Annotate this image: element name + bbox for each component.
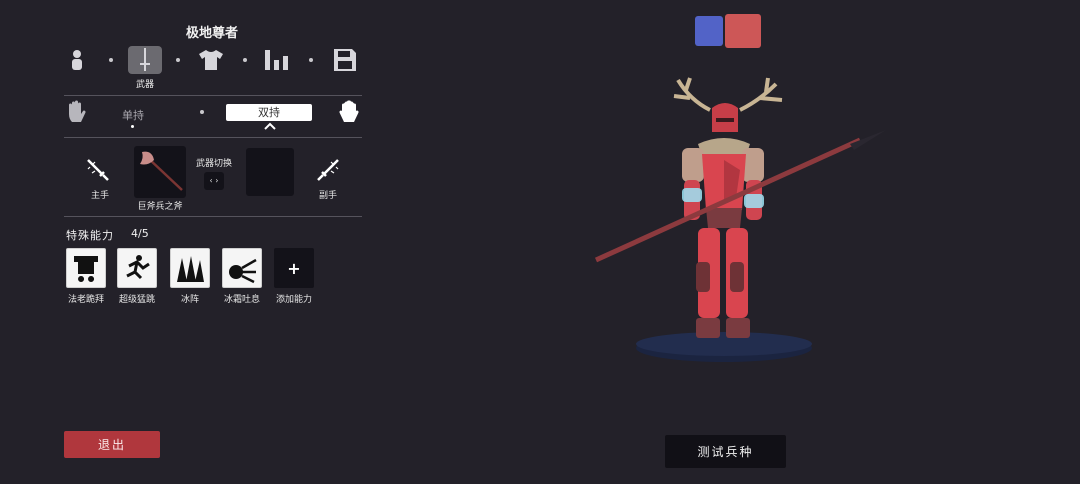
- ability-label: 添加能力: [275, 295, 312, 305]
- sword-icon: [140, 48, 150, 71]
- tab-separator: [309, 58, 313, 62]
- great-axe-icon: [140, 151, 183, 191]
- divider: [64, 137, 362, 138]
- weapon-switch-label: 武器切换: [195, 159, 232, 169]
- person-icon: [72, 50, 82, 70]
- tab-weapon[interactable]: [128, 46, 162, 74]
- grip-dual-option[interactable]: 双持: [226, 104, 312, 121]
- off-hand-label: 副手: [318, 191, 337, 201]
- super-jump-icon: [117, 248, 157, 288]
- frost-breath-icon: [222, 248, 262, 288]
- tab-save[interactable]: [328, 46, 362, 74]
- bar-stats-icon: [265, 50, 288, 70]
- ability-pharaoh-kneel[interactable]: 法老跪拜: [66, 248, 106, 305]
- main-weapon-name: 巨斧兵之斧: [137, 202, 183, 212]
- add-ability-button[interactable]: + 添加能力: [274, 248, 314, 305]
- exit-button[interactable]: 退出: [64, 431, 160, 458]
- test-unit-button[interactable]: 测试兵种: [665, 435, 786, 468]
- shirt-icon: [199, 50, 223, 70]
- main-hand-slot[interactable]: [134, 146, 186, 198]
- chevron-up-icon: [264, 122, 276, 130]
- tab-weapon-label: 武器: [135, 80, 154, 90]
- divider: [64, 216, 362, 217]
- grip-single-dot: [131, 125, 134, 128]
- main-hand-sword-icon: [87, 159, 109, 181]
- grip-separator: [200, 110, 204, 114]
- abilities-count: 4/5: [131, 227, 149, 240]
- unit-preview-figure: [594, 77, 886, 362]
- off-hand-slot[interactable]: [246, 148, 294, 196]
- editor-tab-bar: 武器: [60, 46, 370, 90]
- tab-stats[interactable]: [260, 46, 294, 74]
- tab-separator: [243, 58, 247, 62]
- tab-clothing[interactable]: [194, 46, 228, 74]
- ice-formation-icon: [170, 248, 210, 288]
- tab-separator: [176, 58, 180, 62]
- team-red-swatch[interactable]: [725, 14, 761, 48]
- ability-ice-formation[interactable]: 冰阵: [170, 248, 210, 305]
- two-hands-icon: [339, 100, 359, 122]
- team-blue-swatch[interactable]: [695, 16, 723, 46]
- tab-body[interactable]: [60, 46, 94, 74]
- ability-super-jump[interactable]: 超级猛跳: [117, 248, 157, 305]
- abilities-title: 特殊能力: [66, 229, 114, 242]
- hand-icon: [69, 100, 86, 122]
- save-icon: [334, 49, 356, 71]
- main-hand-label: 主手: [90, 191, 109, 201]
- plus-icon: +: [274, 248, 314, 288]
- grip-selector: 单持 双持: [64, 98, 362, 134]
- ability-frost-breath[interactable]: 冰霜吐息: [222, 248, 262, 305]
- weapon-slots: 主手 巨斧兵之斧 武器切换 ‹ › 副手: [64, 142, 362, 214]
- off-hand-sword-icon: [317, 159, 339, 181]
- weapon-switch-button[interactable]: ‹ ›: [204, 172, 224, 190]
- pharaoh-kneel-icon: [66, 248, 106, 288]
- tab-separator: [109, 58, 113, 62]
- divider: [64, 95, 362, 96]
- unit-title: 极地尊者: [185, 26, 238, 41]
- grip-single-option[interactable]: 单持: [122, 107, 144, 123]
